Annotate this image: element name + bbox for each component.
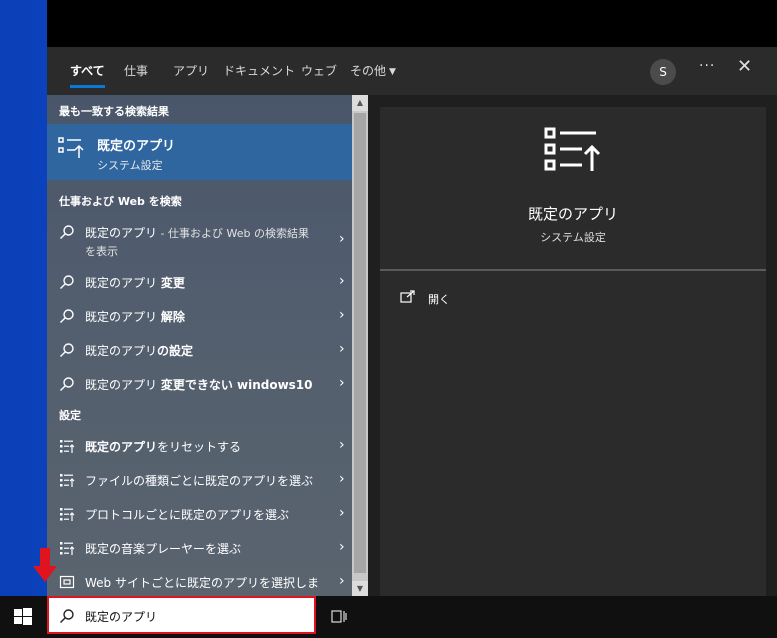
web-result-keyword: 変更できない windows10: [160, 378, 313, 392]
web-result-query: 既定のアプリ: [85, 344, 158, 358]
chevron-right-icon[interactable]: ›: [339, 341, 345, 357]
web-result-suffix: - 仕事および Web の検索結果: [157, 227, 309, 240]
web-result-keyword: の設定: [157, 344, 194, 358]
best-match-title: 既定のアプリ: [97, 139, 176, 154]
section-web-search: 仕事および Web を検索: [59, 195, 182, 208]
web-result-keyword: 変更: [160, 276, 185, 290]
settings-list-icon: [60, 440, 75, 453]
settings-list-icon: [58, 137, 84, 158]
scroll-up-icon[interactable]: ▲: [352, 95, 368, 111]
web-result-item[interactable]: 既定のアプリ 変更できない windows10 ›: [47, 367, 352, 401]
settings-list-icon: [60, 508, 75, 521]
tab-more-label: その他: [350, 64, 387, 78]
search-icon: [60, 343, 74, 357]
chevron-right-icon[interactable]: ›: [339, 273, 345, 289]
chevron-right-icon[interactable]: ›: [339, 437, 345, 453]
chevron-down-icon: ▼: [389, 67, 396, 77]
web-result-keyword: 解除: [160, 310, 185, 324]
search-icon: [60, 609, 74, 623]
preview-pane: 既定のアプリ システム設定 開く: [380, 107, 766, 597]
settings-result-item[interactable]: プロトコルごとに既定のアプリを選ぶ ›: [47, 497, 352, 531]
chevron-right-icon[interactable]: ›: [339, 505, 345, 521]
search-icon: [60, 309, 74, 323]
settings-result-keyword: 既定のアプリ: [85, 440, 158, 454]
tab-web[interactable]: ウェブ: [301, 62, 337, 79]
web-result-label: 既定のアプリ 変更できない windows10: [85, 376, 313, 393]
task-view-icon[interactable]: [331, 609, 347, 625]
taskbar: 既定のアプリ: [0, 596, 777, 638]
results-list: 最も一致する検索結果 既定のアプリ システム設定 仕事および Web を検索 既…: [47, 95, 352, 597]
settings-list-icon: [544, 127, 601, 171]
search-icon: [60, 275, 74, 289]
web-result-query: 既定のアプリ: [85, 276, 161, 290]
settings-result-item[interactable]: 既定のアプリをリセットする ›: [47, 429, 352, 463]
results-scrollbar[interactable]: ▲ ▼: [352, 95, 368, 597]
avatar[interactable]: S: [650, 59, 676, 85]
web-result-query: 既定のアプリ: [85, 226, 158, 240]
web-result-query: 既定のアプリ: [85, 378, 161, 392]
web-result-label: 既定のアプリ 変更: [85, 274, 185, 291]
web-result-item[interactable]: 既定のアプリの設定 ›: [47, 333, 352, 367]
web-result-query: 既定のアプリ: [85, 310, 161, 324]
settings-list-icon: [60, 474, 75, 487]
settings-result-label: ファイルの種類ごとに既定のアプリを選ぶ: [85, 474, 314, 488]
web-result-label: 既定のアプリ 解除: [85, 308, 185, 325]
settings-result-rest: をリセットする: [157, 440, 242, 454]
scroll-thumb[interactable]: [354, 113, 366, 573]
search-input[interactable]: 既定のアプリ: [85, 608, 157, 625]
search-panel: すべて 仕事 アプリ ドキュメント ウェブ その他 ▼ S ··· ✕ 最も一致す…: [47, 0, 777, 597]
search-header: すべて 仕事 アプリ ドキュメント ウェブ その他 ▼ S ··· ✕: [47, 47, 777, 95]
chevron-right-icon[interactable]: ›: [339, 231, 345, 247]
chevron-right-icon[interactable]: ›: [339, 375, 345, 391]
tab-documents[interactable]: ドキュメント: [223, 62, 295, 79]
more-options-button[interactable]: ···: [699, 58, 715, 74]
best-match-item[interactable]: 既定のアプリ システム設定: [47, 124, 352, 180]
web-result-item[interactable]: 既定のアプリ 変更 ›: [47, 265, 352, 299]
settings-result-label: 既定の音楽プレーヤーを選ぶ: [85, 542, 242, 556]
windows-start-icon[interactable]: [14, 608, 32, 626]
tab-work[interactable]: 仕事: [124, 62, 148, 79]
web-result-label: 既定のアプリ - 仕事および Web の検索結果: [85, 224, 309, 241]
red-arrow-icon: [33, 548, 57, 582]
tab-all[interactable]: すべて: [70, 62, 105, 88]
settings-result-item[interactable]: 既定の音楽プレーヤーを選ぶ ›: [47, 531, 352, 565]
web-window-icon: [59, 575, 75, 589]
chevron-right-icon[interactable]: ›: [339, 307, 345, 323]
settings-result-label: Web サイトごとに既定のアプリを選択しま: [85, 576, 319, 590]
chevron-right-icon[interactable]: ›: [339, 539, 345, 555]
chevron-right-icon[interactable]: ›: [339, 471, 345, 487]
settings-result-label: プロトコルごとに既定のアプリを選ぶ: [85, 508, 290, 522]
chevron-right-icon[interactable]: ›: [339, 573, 345, 589]
open-icon: [400, 290, 415, 303]
settings-list-icon: [60, 542, 75, 555]
search-icon: [60, 377, 74, 391]
panel-top-bar: [47, 1, 777, 47]
open-label: 開く: [428, 293, 450, 306]
search-icon: [60, 225, 74, 239]
web-result-item[interactable]: 既定のアプリ 解除 ›: [47, 299, 352, 333]
web-result-label: 既定のアプリの設定: [85, 342, 193, 359]
close-button[interactable]: ✕: [737, 56, 752, 77]
section-settings: 設定: [59, 409, 81, 422]
settings-result-item[interactable]: ファイルの種類ごとに既定のアプリを選ぶ ›: [47, 463, 352, 497]
tab-apps[interactable]: アプリ: [173, 62, 209, 79]
preview-divider: [380, 269, 766, 271]
web-result-item[interactable]: 既定のアプリ - 仕事および Web の検索結果 を表示 ›: [47, 215, 352, 263]
web-result-label-line2: を表示: [85, 245, 118, 258]
taskbar-search-box[interactable]: 既定のアプリ: [47, 596, 316, 634]
settings-result-item[interactable]: Web サイトごとに既定のアプリを選択しま ›: [47, 565, 352, 597]
best-match-subtitle: システム設定: [97, 159, 163, 172]
settings-result-label: 既定のアプリをリセットする: [85, 438, 241, 455]
scroll-down-icon[interactable]: ▼: [352, 581, 368, 597]
tab-more[interactable]: その他 ▼: [350, 62, 396, 79]
preview-title: 既定のアプリ: [527, 205, 618, 223]
section-best-match: 最も一致する検索結果: [59, 105, 169, 118]
preview-subtitle: システム設定: [540, 231, 606, 244]
